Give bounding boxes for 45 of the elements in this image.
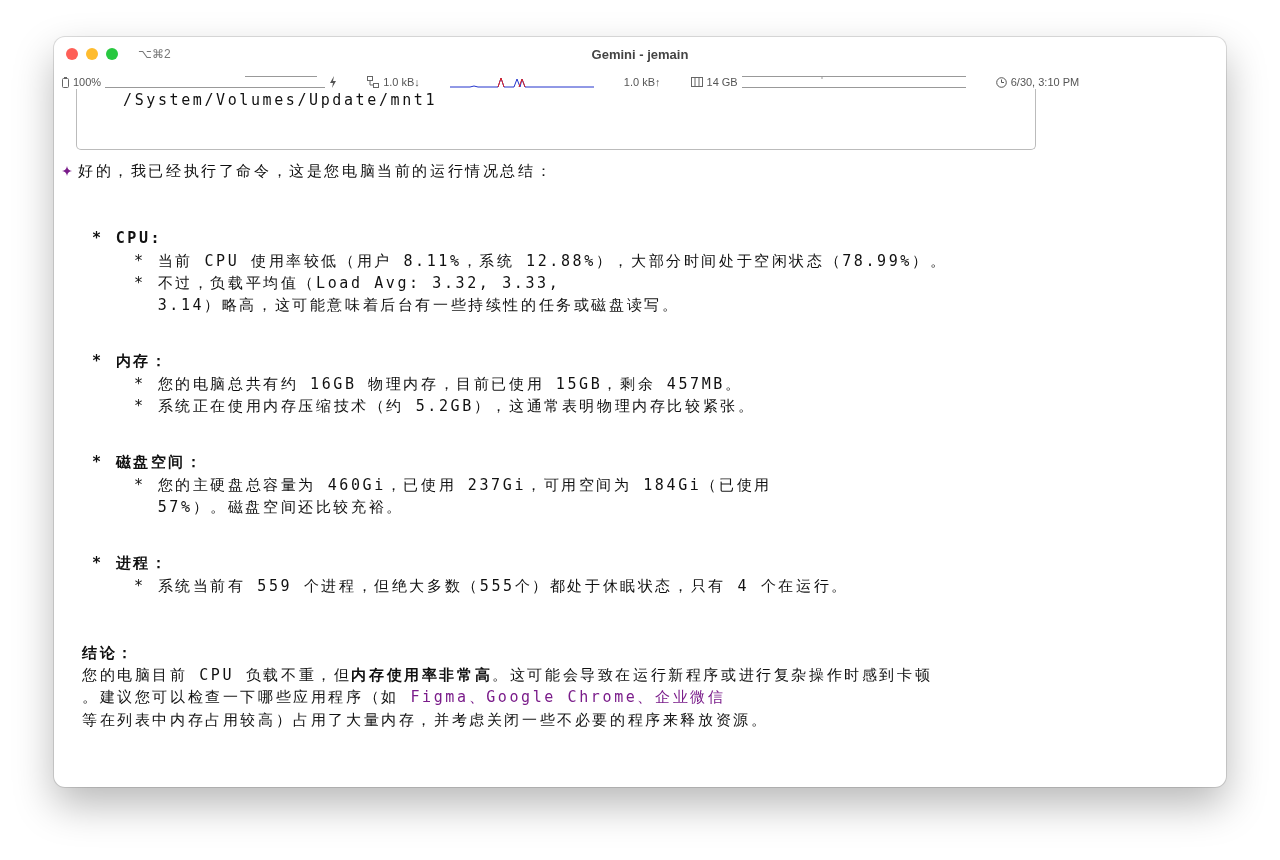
bullet-marker: * bbox=[134, 272, 146, 294]
sparkle-icon bbox=[62, 166, 72, 177]
bolt-icon bbox=[329, 76, 338, 88]
conclusion-heading: 结论： bbox=[82, 642, 135, 664]
bullet-marker: * bbox=[134, 250, 146, 272]
bullet-marker: * bbox=[92, 452, 104, 474]
section-heading: CPU: bbox=[115, 228, 163, 250]
bullet-marker: * bbox=[134, 575, 146, 597]
zoom-button[interactable] bbox=[106, 48, 118, 60]
bullet-marker: * bbox=[92, 228, 104, 250]
clock-time: 6/30, 3:10 PM bbox=[1010, 76, 1080, 88]
network-icon bbox=[367, 76, 380, 88]
bullet-text: 57%）。磁盘空间还比较充裕。 bbox=[157, 496, 405, 518]
bullet-text: 3.14）略高，这可能意味着后台有一些持续性的任务或磁盘读写。 bbox=[157, 295, 680, 317]
section-heading: 磁盘空间： bbox=[115, 452, 204, 474]
memory-usage: 14 GB bbox=[706, 76, 738, 88]
bullet-marker: * bbox=[134, 373, 146, 395]
window-title: Gemini - jemain bbox=[591, 46, 689, 62]
close-button[interactable] bbox=[66, 48, 78, 60]
bullet-text: 当前 CPU 使用率较低（用户 8.11%，系统 12.88%），大部分时间处于空闲状态（78.99%）。 bbox=[157, 250, 948, 272]
bullet-marker: * bbox=[134, 474, 146, 496]
bullet-text: 系统当前有 559 个进程，但绝大多数（555个）都处于休眠状态，只有 4 个在运行。 bbox=[157, 575, 849, 597]
output-line: /System/Volumes/Update/mnt1 bbox=[123, 90, 439, 111]
minimize-button[interactable] bbox=[86, 48, 98, 60]
bullet-text: 您的电脑总共有约 16GB 物理内存，目前已使用 15GB，剩余 457MB。 bbox=[157, 373, 743, 395]
conclusion-text: 。建议您可以检查一下哪些应用程序（如 bbox=[82, 688, 400, 707]
memory-icon bbox=[690, 77, 703, 87]
conclusion-text: 等在列表中内存占用较高）占用了大量内存，并考虑关闭一些不必要的程序来释放资源。 bbox=[82, 710, 769, 729]
bullet-text: 系统正在使用内存压缩技术（约 5.2GB），这通常表明物理内存比较紧张。 bbox=[157, 396, 756, 418]
conclusion-text: 您的电脑目前 CPU 负载不重，但内存使用率非常高。这可能会导致在运行新程序或进行复杂操作时感到卡顿 bbox=[82, 666, 933, 685]
battery-percent: 100% bbox=[73, 76, 102, 88]
bullet-text: 不过，负载平均值（Load Avg: 3.32, 3.33, bbox=[157, 272, 562, 294]
bullet-marker: * bbox=[134, 396, 146, 418]
clock-icon bbox=[995, 76, 1007, 88]
bullet-marker: * bbox=[92, 553, 104, 575]
shortcut-label: ⌥⌘2 bbox=[138, 47, 171, 61]
section-heading: 内存： bbox=[115, 351, 169, 373]
section-heading: 进程： bbox=[115, 553, 169, 575]
bullet-text: 您的主硬盘总容量为 460Gi，已使用 237Gi，可用空间为 184Gi（已使用 bbox=[157, 474, 772, 496]
battery-icon bbox=[62, 76, 69, 88]
bullet-marker: * bbox=[92, 351, 104, 373]
response-intro: 好的，我已经执行了命令，这是您电脑当前的运行情况总结： bbox=[78, 161, 554, 182]
app-names-link[interactable]: Figma、Google Chrome、企业微信 bbox=[410, 688, 726, 707]
upload-rate: 1.0 kB↑ bbox=[623, 76, 661, 88]
download-rate: 1.0 kB↓ bbox=[383, 76, 420, 88]
